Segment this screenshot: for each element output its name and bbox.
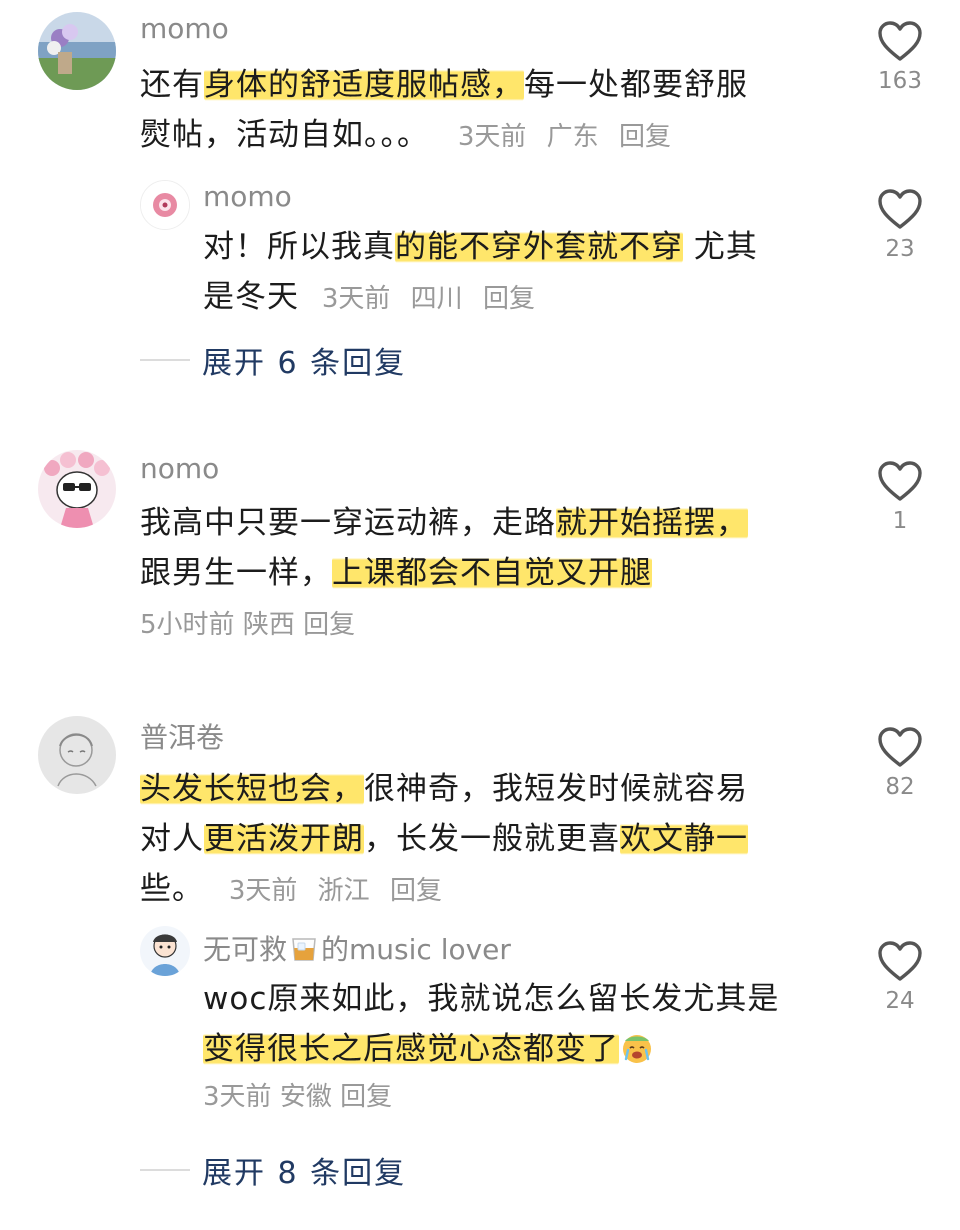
heart-icon: [878, 21, 922, 61]
comment-meta: 3天前 安徽 回复: [203, 1076, 392, 1113]
like-button[interactable]: 24: [870, 940, 930, 1014]
highlight-mark: 上课都会不自觉叉开腿: [332, 555, 652, 591]
heart-icon: [878, 727, 922, 767]
whisky-glass-icon: [289, 933, 319, 963]
comment-meta: 3天前 广东 回复: [458, 122, 671, 152]
avatar[interactable]: [140, 180, 190, 230]
like-button[interactable]: 82: [870, 726, 930, 800]
like-button[interactable]: 23: [870, 188, 930, 262]
expand-replies-label: 展开 6 条回复: [202, 346, 407, 381]
location: 陕西: [242, 610, 295, 640]
timestamp: 3天前: [457, 122, 527, 152]
expand-replies-button[interactable]: 展开 6 条回复: [140, 340, 407, 381]
like-button[interactable]: 163: [870, 20, 930, 94]
divider: [140, 359, 190, 361]
timestamp: 3天前: [203, 1082, 272, 1112]
username[interactable]: 普洱卷: [140, 716, 224, 756]
timestamp: 3天前: [321, 284, 391, 314]
comment-text: 我高中只要一穿运动裤，走路就开始摇摆， 跟男生一样，上课都会不自觉叉开腿: [140, 505, 748, 591]
highlight-mark: 头发长短也会，: [140, 771, 364, 807]
reply-text: 对！所以我真的能不穿外套就不穿 尤其 是冬天 3天前 四川 回复: [203, 229, 758, 315]
reply-button[interactable]: 回复: [340, 1082, 392, 1112]
highlight-mark: 的能不穿外套就不穿: [395, 229, 683, 265]
username[interactable]: momo: [140, 12, 229, 45]
timestamp: 5小时前: [140, 610, 235, 640]
heart-icon: [878, 941, 922, 981]
username[interactable]: momo: [203, 180, 292, 213]
crying-face-icon: [619, 1030, 655, 1064]
comment-meta: 5小时前 陕西 回复: [140, 604, 355, 641]
divider: [140, 1169, 190, 1171]
highlight-mark: 变得很长之后感觉心态都变了: [203, 1031, 619, 1067]
avatar[interactable]: [38, 450, 116, 528]
highlight-mark: 就开始摇摆，: [556, 505, 748, 541]
location: 四川: [410, 284, 463, 314]
avatar[interactable]: [38, 716, 116, 794]
like-count: 1: [892, 508, 908, 534]
reply-button[interactable]: 回复: [483, 284, 535, 314]
comment-text: 头发长短也会，很神奇，我短发时候就容易 对人更活泼开朗，长发一般就更喜欢文静一 …: [140, 771, 748, 907]
like-count: 82: [885, 774, 915, 800]
highlight-mark: 身体的舒适度服帖感，: [204, 67, 524, 103]
expand-replies-label: 展开 8 条回复: [202, 1156, 407, 1191]
heart-icon: [878, 461, 922, 501]
location: 安徽: [279, 1082, 332, 1112]
comment-meta: 3天前 四川 回复: [322, 284, 535, 314]
heart-icon: [878, 189, 922, 229]
timestamp: 3天前: [228, 876, 298, 906]
avatar[interactable]: [38, 12, 116, 90]
location: 广东: [546, 122, 599, 152]
highlight-mark: 欢文静一: [620, 821, 748, 857]
avatar[interactable]: [140, 926, 190, 976]
like-count: 163: [878, 68, 922, 94]
reply-text: woc原来如此，我就说怎么留长发尤其是 变得很长之后感觉心态都变了: [203, 981, 780, 1067]
username[interactable]: 无可救 的music lover: [203, 928, 511, 968]
like-count: 23: [885, 236, 915, 262]
comment-meta: 3天前 浙江 回复: [229, 876, 442, 906]
highlight-mark: 更活泼开朗: [204, 821, 364, 857]
reply-button[interactable]: 回复: [390, 876, 442, 906]
comment-text: 还有身体的舒适度服帖感，每一处都要舒服 熨帖，活动自如。。。 3天前 广东 回复: [140, 67, 748, 153]
like-count: 24: [885, 988, 915, 1014]
expand-replies-button[interactable]: 展开 8 条回复: [140, 1150, 407, 1191]
like-button[interactable]: 1: [870, 460, 930, 534]
location: 浙江: [317, 876, 370, 906]
reply-button[interactable]: 回复: [303, 610, 355, 640]
username[interactable]: nomo: [140, 452, 219, 485]
reply-button[interactable]: 回复: [619, 122, 671, 152]
